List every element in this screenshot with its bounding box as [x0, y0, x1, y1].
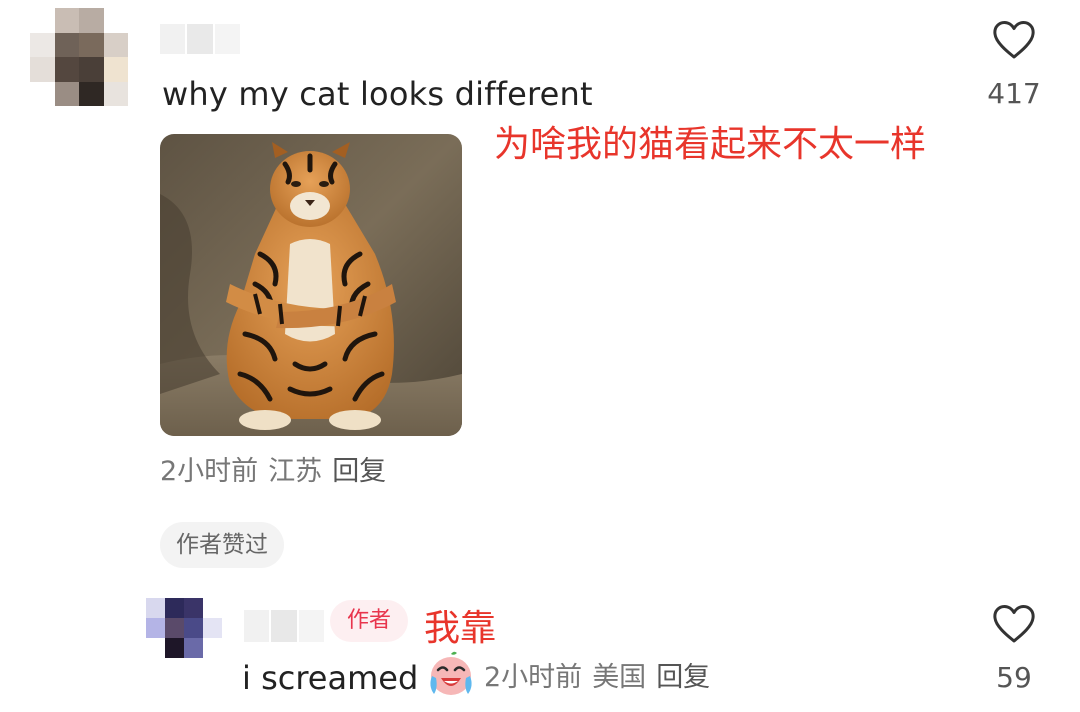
reply-time: 2小时前	[484, 662, 583, 693]
reply-username-blurred[interactable]	[244, 610, 324, 642]
comment-time: 2小时前	[160, 456, 259, 487]
crying-laughing-emoji-icon	[428, 650, 474, 698]
reply-text: i screamed	[242, 659, 419, 697]
username-blurred[interactable]	[160, 24, 240, 54]
comment-image[interactable]	[160, 134, 462, 436]
pixelated-avatar-image	[30, 8, 128, 106]
reply-location: 美国	[592, 662, 647, 693]
reply-avatar[interactable]	[146, 598, 222, 658]
reply-translation-annotation: 我靠	[424, 608, 497, 649]
reply-meta: 2小时前 美国 回复	[484, 658, 720, 698]
comment-location: 江苏	[268, 456, 323, 487]
avatar[interactable]	[30, 8, 128, 106]
like-count: 417	[987, 77, 1041, 110]
reply-like-count: 59	[996, 661, 1032, 694]
reply-reply-button[interactable]: 回复	[656, 662, 710, 693]
heart-outline-icon	[993, 605, 1035, 643]
author-liked-badge: 作者赞过	[160, 522, 284, 568]
translation-annotation: 为啥我的猫看起来不太一样	[494, 124, 927, 165]
reply-like-button[interactable]	[992, 604, 1036, 644]
author-badge: 作者	[330, 600, 408, 642]
reply-button[interactable]: 回复	[332, 456, 386, 487]
comment-meta: 2小时前 江苏 回复	[160, 452, 396, 492]
heart-outline-icon	[993, 21, 1035, 59]
tiger-photo-illustration	[160, 134, 462, 436]
comment-text: why my cat looks different	[162, 75, 593, 113]
like-button[interactable]	[992, 20, 1036, 60]
pixelated-avatar-image	[146, 598, 222, 658]
